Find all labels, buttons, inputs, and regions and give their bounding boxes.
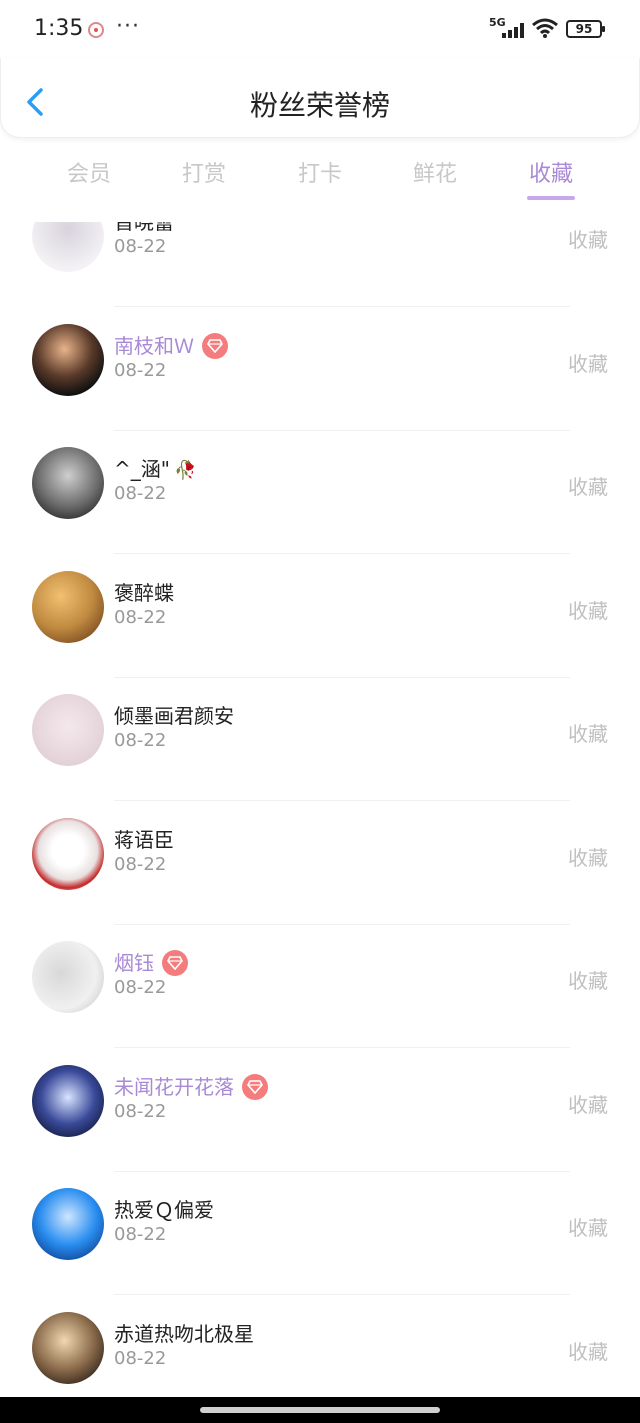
diamond-badge-icon: [162, 949, 188, 976]
wifi-icon: [532, 18, 558, 38]
tab-checkin[interactable]: 打卡: [280, 156, 360, 188]
avatar: [32, 447, 104, 519]
fan-name: 赤道热吻北极星: [114, 1322, 254, 1346]
fan-date: 08-22: [114, 977, 167, 998]
tab-flowers[interactable]: 鲜花: [395, 156, 475, 188]
fan-date: 08-22: [114, 854, 167, 875]
fan-date: 08-22: [114, 1224, 167, 1245]
fan-name: 热爱Ｑ偏爱: [114, 1198, 214, 1222]
avatar: [32, 818, 104, 890]
fan-date: 08-22: [114, 1101, 167, 1122]
tab-bar: 会员 打赏 打卡 鲜花 收藏: [0, 150, 640, 206]
wilted-rose-icon: 🥀: [173, 460, 197, 481]
diamond-badge-icon: [242, 1073, 268, 1100]
fan-name-vip: 南枝和Ｗ: [114, 330, 228, 361]
home-indicator[interactable]: [200, 1407, 440, 1413]
list-item[interactable]: 倾墨画君颜安 08-22 收藏: [0, 678, 640, 801]
avatar: [32, 222, 104, 272]
status-bar: 1:35 ··· 5G 95: [0, 0, 640, 58]
fan-name-text: ^_涵": [114, 457, 170, 481]
favorite-label: 收藏: [568, 228, 608, 252]
fan-name-vip: 未闻花开花落: [114, 1071, 268, 1102]
tab-favorites[interactable]: 收藏: [511, 156, 591, 188]
avatar: [32, 941, 104, 1013]
list-item[interactable]: 热爱Ｑ偏爱 08-22 收藏: [0, 1172, 640, 1295]
favorite-label: 收藏: [568, 1093, 608, 1117]
app-header: 粉丝荣誉榜: [0, 58, 640, 138]
fan-name-text: 未闻花开花落: [114, 1075, 234, 1099]
notification-icon: [88, 22, 104, 38]
fan-date: 08-22: [114, 607, 167, 628]
more-notifications-icon: ···: [116, 14, 140, 39]
divider: [114, 1294, 570, 1295]
fan-list: 晋晓蕾 08-22 收藏 南枝和Ｗ 08-22 收藏 ^_涵" 🥀 08-22 收…: [0, 222, 640, 1402]
divider: [114, 306, 570, 307]
avatar: [32, 1312, 104, 1384]
tab-membership[interactable]: 会员: [49, 156, 129, 188]
battery-icon: 95: [566, 20, 605, 38]
fan-name: 倾墨画君颜安: [114, 704, 234, 728]
avatar: [32, 1065, 104, 1137]
favorite-label: 收藏: [568, 352, 608, 376]
fan-date: 08-22: [114, 730, 167, 751]
favorite-label: 收藏: [568, 846, 608, 870]
signal-icon: [500, 22, 526, 38]
list-item[interactable]: 蒋语臣 08-22 收藏: [0, 802, 640, 925]
favorite-label: 收藏: [568, 1216, 608, 1240]
list-item[interactable]: 烟钰 08-22 收藏: [0, 925, 640, 1048]
fan-name-vip: 烟钰: [114, 947, 188, 978]
favorite-label: 收藏: [568, 475, 608, 499]
avatar: [32, 571, 104, 643]
fan-date: 08-22: [114, 236, 167, 257]
list-item[interactable]: 晋晓蕾 08-22 收藏: [0, 222, 640, 307]
page-title: 粉丝荣誉榜: [249, 89, 390, 122]
list-item[interactable]: 未闻花开花落 08-22 收藏: [0, 1049, 640, 1172]
favorite-label: 收藏: [568, 722, 608, 746]
diamond-badge-icon: [202, 332, 228, 359]
favorite-label: 收藏: [568, 969, 608, 993]
fan-name: ^_涵" 🥀: [114, 453, 196, 482]
clock: 1:35: [34, 16, 84, 41]
fan-name-text: 南枝和Ｗ: [114, 334, 194, 358]
divider: [114, 1047, 570, 1048]
fan-date: 08-22: [114, 360, 167, 381]
favorite-label: 收藏: [568, 1340, 608, 1364]
list-item[interactable]: 南枝和Ｗ 08-22 收藏: [0, 308, 640, 431]
avatar: [32, 1188, 104, 1260]
tab-tips[interactable]: 打赏: [164, 156, 244, 188]
divider: [114, 800, 570, 801]
fan-date: 08-22: [114, 1348, 167, 1369]
list-item[interactable]: 褒醉蝶 08-22 收藏: [0, 555, 640, 678]
fan-date: 08-22: [114, 483, 167, 504]
fan-name: 蒋语臣: [114, 828, 174, 852]
avatar: [32, 324, 104, 396]
active-tab-indicator: [527, 196, 575, 200]
list-item[interactable]: ^_涵" 🥀 08-22 收藏: [0, 431, 640, 554]
list-item[interactable]: 赤道热吻北极星 08-22 收藏: [0, 1296, 640, 1402]
avatar: [32, 694, 104, 766]
fan-name: 褒醉蝶: [114, 581, 174, 605]
navigation-bar: [0, 1397, 640, 1423]
favorite-label: 收藏: [568, 599, 608, 623]
fan-name: 晋晓蕾: [114, 222, 174, 234]
fan-name-text: 烟钰: [114, 951, 154, 975]
divider: [114, 553, 570, 554]
